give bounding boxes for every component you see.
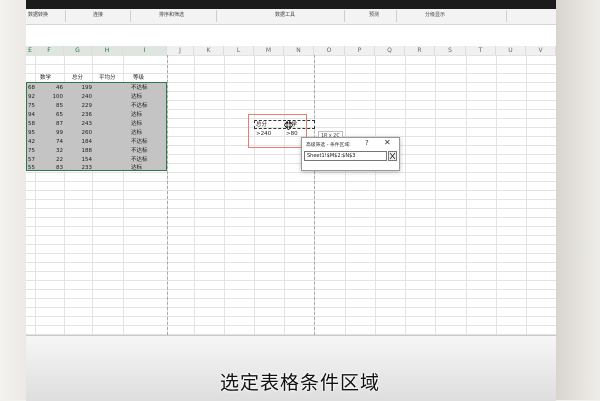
table-cell[interactable]: 达标 (131, 120, 142, 128)
table-cell[interactable]: 243 (65, 120, 93, 128)
table-cell[interactable]: 42 (27, 138, 35, 146)
ribbon-group-connections[interactable]: 连接 (93, 11, 103, 18)
column-header-t[interactable]: T (466, 46, 496, 55)
ribbon-separator (396, 10, 397, 22)
table-cell[interactable]: 不达标 (131, 147, 148, 155)
ribbon-group-outline[interactable]: 分级显示 (425, 11, 445, 18)
close-button[interactable]: ✕ (384, 138, 391, 147)
table-cell[interactable]: 达标 (131, 93, 142, 101)
worksheet-grid[interactable]: 数学 总分 平均分 等级 68 46 199 不达标 92 100 240 达标… (26, 55, 556, 335)
background-left (0, 0, 26, 400)
column-header-n[interactable]: N (284, 46, 314, 55)
ribbon-separator (216, 10, 217, 22)
table-cell[interactable]: 154 (65, 156, 93, 164)
column-header-s[interactable]: S (435, 46, 466, 55)
ribbon-group-forecast[interactable]: 预测 (369, 11, 379, 18)
table-cell[interactable]: 68 (27, 84, 35, 92)
column-header-p[interactable]: P (345, 46, 375, 55)
screen: 数据转换 连接 排序和筛选 数据工具 预测 分级显示 E F G H I J K… (26, 9, 556, 335)
subtitle-caption: 选定表格条件区域 (219, 372, 380, 394)
monitor: 数据转换 连接 排序和筛选 数据工具 预测 分级显示 E F G H I J K… (26, 0, 556, 401)
table-cell[interactable]: 不达标 (131, 84, 148, 92)
column-header-g[interactable]: G (64, 46, 92, 55)
ribbon-group-sort-filter[interactable]: 排序和筛选 (159, 11, 184, 18)
dialog-title: 高级筛选 - 条件区域: (306, 143, 351, 148)
expand-dialog-button[interactable] (388, 151, 397, 161)
table-cell[interactable]: 260 (65, 129, 93, 137)
table-cell[interactable]: 94 (27, 111, 35, 119)
column-header-o[interactable]: O (314, 46, 345, 55)
table-cell[interactable]: 184 (65, 138, 93, 146)
column-header-q[interactable]: Q (375, 46, 405, 55)
help-button[interactable]: ? (365, 139, 369, 147)
column-header-v[interactable]: V (526, 46, 556, 55)
column-header-m[interactable]: M (254, 46, 284, 55)
monitor-bezel (26, 0, 556, 9)
table-cell[interactable]: 85 (36, 102, 63, 110)
criteria-value-math[interactable]: >80 (286, 130, 298, 138)
background-right (556, 0, 600, 400)
criteria-range-input[interactable]: Sheet1!$M$2:$N$3 (304, 151, 387, 161)
table-cell[interactable]: 99 (36, 129, 63, 137)
column-header-j[interactable]: J (167, 46, 194, 55)
table-cell[interactable]: 达标 (131, 111, 142, 119)
table-cell[interactable]: 22 (36, 156, 63, 164)
table-cell[interactable]: 100 (36, 93, 64, 101)
table-cell[interactable]: 75 (27, 102, 35, 110)
ribbon-separator (506, 10, 507, 22)
table-cell[interactable]: 229 (65, 102, 93, 110)
column-header-i[interactable]: I (123, 46, 167, 55)
ribbon-separator (65, 10, 66, 22)
column-header-l[interactable]: L (224, 46, 254, 55)
table-cell[interactable]: 不达标 (131, 156, 148, 164)
ribbon-group-data-tools[interactable]: 数据工具 (275, 11, 295, 18)
header-total[interactable]: 总分 (72, 74, 83, 82)
page-break-line (167, 55, 168, 335)
move-cursor-icon (284, 120, 293, 130)
ribbon-separator (130, 10, 131, 22)
table-cell[interactable]: 不达标 (131, 102, 148, 110)
table-cell[interactable]: 不达标 (131, 138, 148, 146)
ribbon: 数据转换 连接 排序和筛选 数据工具 预测 分级显示 (26, 9, 556, 25)
column-header-h[interactable]: H (92, 46, 123, 55)
header-grade[interactable]: 等级 (133, 74, 144, 82)
table-cell[interactable]: 75 (27, 147, 35, 155)
column-header-r[interactable]: R (405, 46, 435, 55)
table-cell[interactable]: 58 (27, 120, 35, 128)
column-header-k[interactable]: K (194, 46, 224, 55)
table-cell[interactable]: 188 (65, 147, 93, 155)
table-cell[interactable]: 57 (27, 156, 35, 164)
table-cell[interactable]: 达标 (131, 129, 142, 137)
table-cell[interactable]: 233 (65, 164, 93, 172)
table-cell[interactable]: 65 (36, 111, 63, 119)
table-cell[interactable]: 199 (65, 84, 93, 92)
table-cell[interactable]: 240 (65, 93, 93, 101)
page-break-line (314, 55, 315, 335)
table-cell[interactable]: 87 (36, 120, 63, 128)
criteria-header-total[interactable]: 总分 (256, 121, 267, 129)
table-cell[interactable]: 55 (27, 164, 35, 172)
column-header-u[interactable]: U (496, 46, 526, 55)
table-cell[interactable]: 46 (36, 84, 63, 92)
table-cell[interactable]: 95 (27, 129, 35, 137)
list-range-selection[interactable]: 68 46 199 不达标 92 100 240 达标 75 85 229 不达… (26, 82, 167, 171)
ribbon-group-data-transform[interactable]: 数据转换 (28, 11, 48, 18)
column-header-e[interactable]: E (26, 46, 35, 55)
table-cell[interactable]: 74 (36, 138, 63, 146)
header-average[interactable]: 平均分 (99, 74, 116, 82)
advanced-filter-dialog: 高级筛选 - 条件区域: ? ✕ Sheet1!$M$2:$N$3 (301, 137, 400, 171)
ribbon-separator (344, 10, 345, 22)
collapse-dialog-icon (389, 152, 396, 160)
criteria-value-total[interactable]: >240 (256, 130, 271, 138)
table-cell[interactable]: 83 (36, 164, 63, 172)
table-cell[interactable]: 236 (65, 111, 93, 119)
table-cell[interactable]: 32 (36, 147, 63, 155)
table-cell[interactable]: 92 (27, 93, 35, 101)
header-math[interactable]: 数学 (40, 74, 51, 82)
column-header-f[interactable]: F (35, 46, 64, 55)
table-cell[interactable]: 达标 (131, 164, 142, 172)
